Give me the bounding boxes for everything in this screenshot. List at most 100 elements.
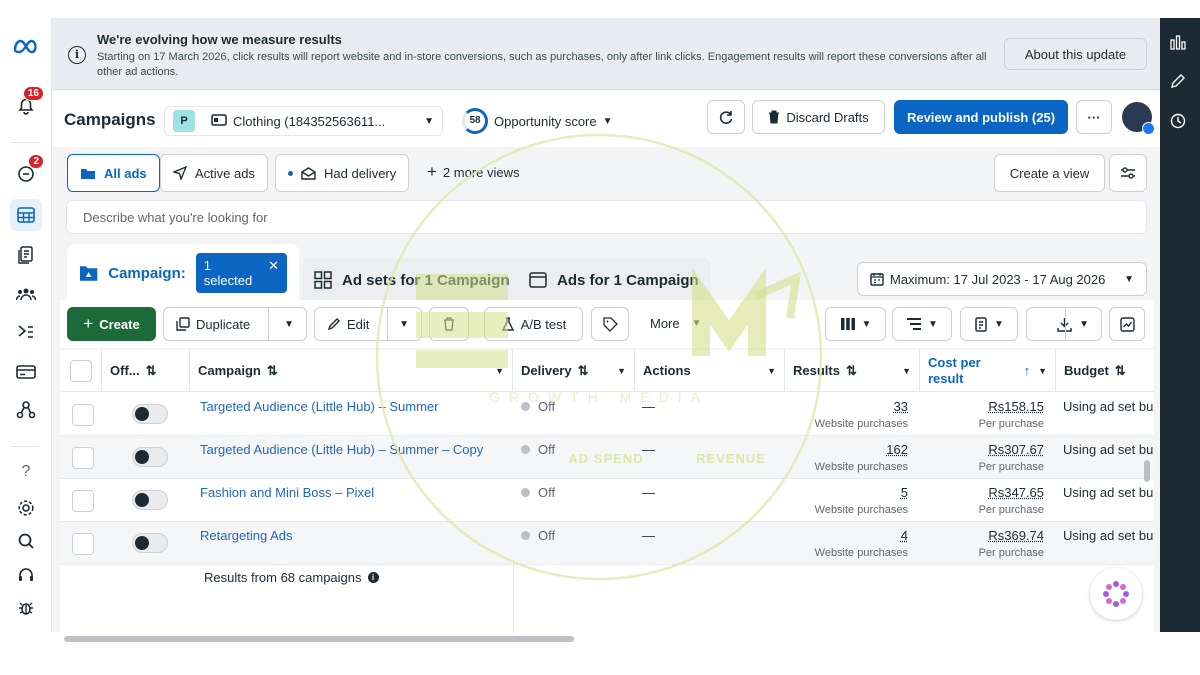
audiences-icon[interactable]	[10, 278, 42, 310]
campaign-toggle[interactable]	[132, 490, 168, 510]
selected-chip[interactable]: 1 selected ✕	[195, 253, 287, 293]
row-checkbox[interactable]	[72, 490, 94, 512]
delivery-label: Off	[538, 399, 556, 414]
delete-button[interactable]	[429, 307, 469, 341]
results-value[interactable]: 4	[820, 528, 908, 543]
clock-icon[interactable]	[1170, 113, 1190, 133]
duplicate-button[interactable]: Duplicate ▼	[163, 307, 307, 341]
campaign-name-link[interactable]: Targeted Audience (Little Hub) – Summer …	[200, 442, 500, 457]
campaign-toggle[interactable]	[132, 404, 168, 424]
alerts-icon[interactable]: 2	[10, 154, 44, 190]
cost-per-result-value[interactable]: Rs369.74	[950, 528, 1044, 543]
chevron-down-icon[interactable]: ▼	[767, 366, 776, 376]
header-actions[interactable]: Actions ▼	[635, 350, 785, 392]
billing-icon[interactable]	[10, 356, 42, 388]
vertical-scrollbar[interactable]	[1144, 460, 1150, 482]
chevron-down-icon: ▼	[928, 318, 938, 330]
ab-test-button[interactable]: A/B test	[484, 307, 583, 341]
header-delivery[interactable]: Delivery ⇅ ▼	[513, 350, 635, 392]
campaigns-table-icon[interactable]	[10, 199, 42, 231]
breakdown-button[interactable]: ▼	[892, 307, 952, 341]
info-icon[interactable]: i	[367, 572, 379, 583]
reports-button[interactable]: ▼	[960, 307, 1018, 341]
help-icon[interactable]: ?	[10, 456, 42, 488]
results-value[interactable]: 33	[820, 399, 908, 414]
chevron-down-icon[interactable]: ▼	[495, 366, 504, 376]
create-button[interactable]: + Create	[67, 307, 156, 341]
select-all-checkbox[interactable]	[70, 360, 92, 382]
chevron-down-icon[interactable]: ▼	[284, 319, 294, 330]
search-input[interactable]: Describe what you're looking for	[66, 200, 1147, 234]
more-views-button[interactable]: + 2 more views	[427, 162, 520, 182]
row-checkbox[interactable]	[72, 447, 94, 469]
bug-report-icon[interactable]	[10, 592, 42, 624]
tab-campaigns[interactable]: Campaign: 1 selected ✕	[67, 244, 299, 302]
edit-button[interactable]: Edit ▼	[314, 307, 422, 341]
header-select-all[interactable]	[60, 350, 102, 392]
user-avatar[interactable]	[1122, 102, 1155, 135]
opportunity-score[interactable]: 58 Opportunity score ▼	[462, 105, 613, 137]
events-manager-icon[interactable]	[10, 316, 42, 348]
more-actions-button[interactable]: More ▼	[650, 316, 702, 331]
meta-logo-icon[interactable]	[10, 30, 42, 62]
table-row[interactable]: Retargeting Ads Off — 4 Website purchases Rs3…	[60, 522, 1154, 565]
header-off[interactable]: Off... ⇅	[102, 350, 190, 392]
reports-icon[interactable]	[10, 239, 42, 271]
table-row[interactable]: Fashion and Mini Boss – Pixel Off — 5 Websit…	[60, 479, 1154, 522]
table-row[interactable]: Targeted Audience (Little Hub) – Summer O…	[60, 393, 1154, 436]
settings-gear-icon[interactable]	[10, 492, 42, 524]
view-all-ads[interactable]: All ads	[67, 154, 160, 192]
cost-per-result-value[interactable]: Rs307.67	[950, 442, 1044, 457]
cost-per-result-value[interactable]: Rs158.15	[950, 399, 1044, 414]
header-results[interactable]: Results ⇅ ▼	[785, 350, 920, 392]
chevron-down-icon[interactable]: ▼	[399, 319, 409, 330]
horizontal-scrollbar[interactable]	[64, 636, 574, 642]
download-icon	[1056, 317, 1072, 332]
ai-assistant-button[interactable]	[1090, 568, 1142, 620]
support-headset-icon[interactable]	[10, 559, 42, 591]
row-checkbox[interactable]	[72, 404, 94, 426]
bar-chart-icon[interactable]	[1170, 34, 1190, 54]
view-had-delivery[interactable]: Had delivery	[275, 154, 410, 192]
search-icon[interactable]	[10, 525, 42, 557]
cost-per-result-value[interactable]: Rs347.65	[950, 485, 1044, 500]
chevron-down-icon[interactable]: ▼	[1038, 366, 1047, 376]
campaign-name-link[interactable]: Fashion and Mini Boss – Pixel	[200, 485, 500, 500]
chevron-down-icon[interactable]: ▼	[1079, 319, 1089, 330]
columns-button[interactable]: ▼	[825, 307, 886, 341]
results-value[interactable]: 162	[820, 442, 908, 457]
about-update-button[interactable]: About this update	[1004, 38, 1147, 70]
view-active-ads[interactable]: Active ads	[160, 154, 268, 192]
row-checkbox[interactable]	[72, 533, 94, 555]
ad-account-selector[interactable]: P Clothing (184352563611... ▼	[164, 106, 443, 136]
header-campaign[interactable]: Campaign ⇅ ▼	[190, 350, 513, 392]
table-row[interactable]: Targeted Audience (Little Hub) – Summer …	[60, 436, 1154, 479]
close-icon[interactable]: ✕	[268, 258, 279, 288]
create-view-button[interactable]: Create a view	[994, 154, 1105, 192]
envelope-icon	[301, 166, 316, 180]
campaign-name-link[interactable]: Targeted Audience (Little Hub) – Summer	[200, 399, 500, 414]
tag-button[interactable]	[591, 307, 629, 341]
refresh-button[interactable]	[707, 100, 745, 134]
tab-ads[interactable]: Ads for 1 Campaign	[517, 258, 711, 302]
business-tools-icon[interactable]	[10, 394, 42, 426]
campaign-name-link[interactable]: Retargeting Ads	[200, 528, 500, 543]
campaign-toggle[interactable]	[132, 447, 168, 467]
charts-button[interactable]	[1109, 307, 1145, 341]
date-range-picker[interactable]: Maximum: 17 Jul 2023 - 17 Aug 2026 ▼	[857, 262, 1147, 296]
review-publish-button[interactable]: Review and publish (25)	[894, 100, 1068, 134]
chevron-down-icon[interactable]: ▼	[617, 366, 626, 376]
header-budget[interactable]: Budget ⇅	[1056, 350, 1154, 392]
results-value[interactable]: 5	[820, 485, 908, 500]
notifications-icon[interactable]: 16	[10, 86, 44, 122]
more-options-button[interactable]: ···	[1076, 100, 1112, 134]
pencil-icon[interactable]	[1170, 73, 1190, 93]
delivery-status: Off	[521, 528, 555, 543]
tab-ad-sets[interactable]: Ad sets for 1 Campaign	[302, 258, 522, 302]
header-cost-per-result[interactable]: Cost per result ↑ ▼	[920, 350, 1056, 392]
campaign-toggle[interactable]	[132, 533, 168, 553]
chevron-down-icon[interactable]: ▼	[902, 366, 911, 376]
discard-drafts-button[interactable]: Discard Drafts	[752, 100, 885, 134]
view-settings-button[interactable]	[1109, 154, 1147, 192]
export-button[interactable]: ▼	[1026, 307, 1102, 341]
